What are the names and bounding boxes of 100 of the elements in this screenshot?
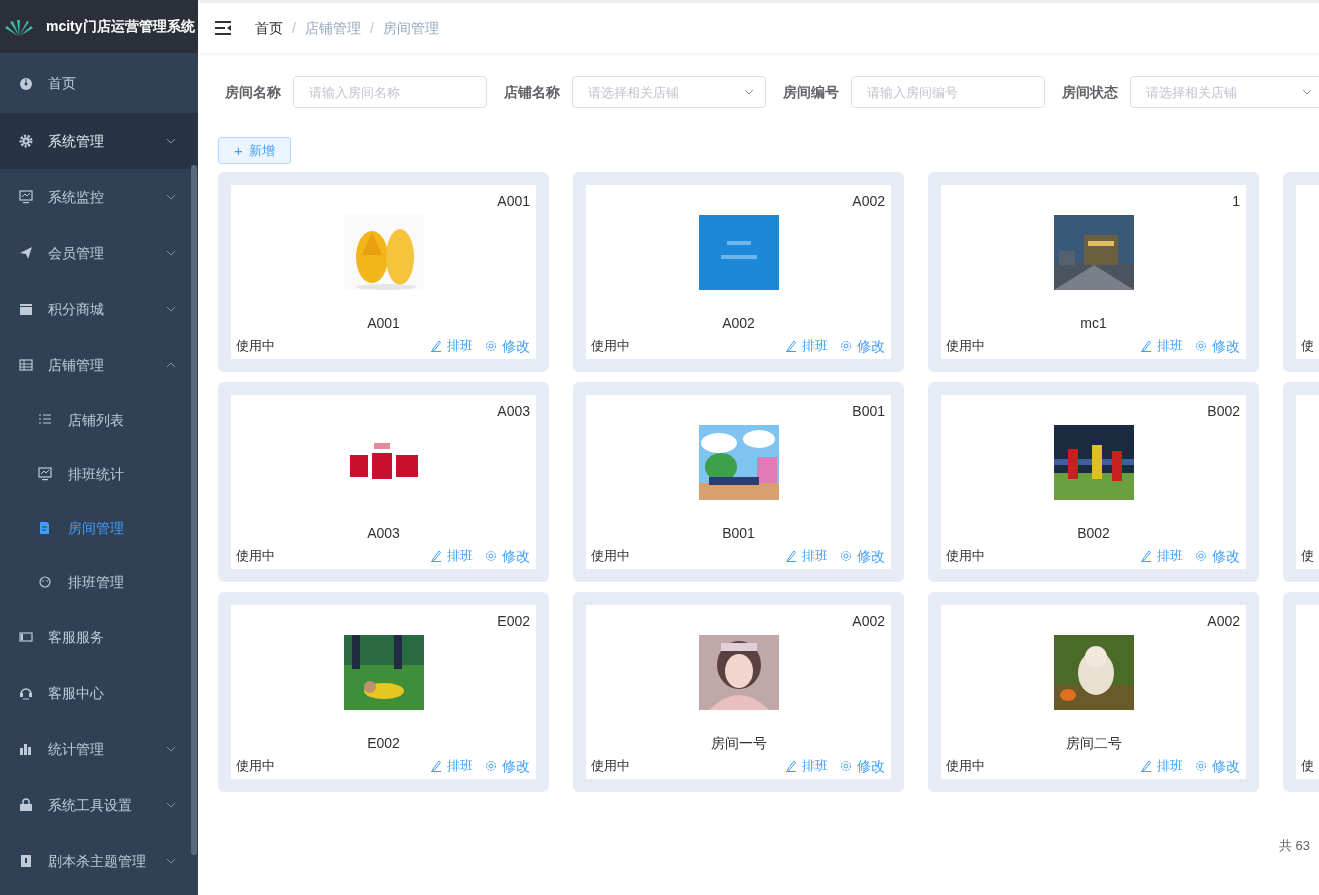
room-name: E002 [367, 734, 400, 753]
breadcrumb-separator: / [292, 18, 296, 38]
room-status: 使用中 [236, 547, 275, 566]
room-status: 使用中 [946, 757, 985, 776]
breadcrumb-item[interactable]: 首页 [255, 17, 283, 39]
pencil-icon [1140, 340, 1152, 352]
room-status: 使用中 [591, 337, 630, 356]
edit-link[interactable]: 修改 [840, 335, 885, 357]
filter-label: 房间名称 [225, 82, 281, 102]
headset-icon [19, 686, 33, 700]
edit-link[interactable]: 修改 [840, 545, 885, 567]
room-code: A003 [497, 401, 530, 421]
add-button[interactable]: + 新增 [218, 137, 291, 164]
menu-item[interactable]: 积分商城 [0, 281, 198, 337]
menu-item[interactable]: 客服中心 [0, 665, 198, 721]
gear-icon [1195, 340, 1207, 352]
menu-item[interactable]: 统计管理 [0, 721, 198, 777]
schedule-link[interactable]: 排班 [430, 546, 473, 566]
room-name: mc1 [1080, 314, 1107, 333]
pencil-icon [430, 340, 442, 352]
menu-item[interactable]: 店铺管理 [0, 337, 198, 393]
room-name: A003 [367, 524, 400, 543]
room-code: A001 [497, 191, 530, 211]
room-status: 使 [1301, 337, 1314, 356]
table-icon [19, 358, 33, 372]
room-status: 使 [1301, 547, 1314, 566]
select-field[interactable]: 请选择相关店铺 [572, 76, 766, 108]
pencil-icon [785, 550, 797, 562]
menu-icon[interactable] [215, 21, 231, 35]
room-code: A002 [852, 191, 885, 211]
monitor-icon [19, 190, 33, 204]
edit-link[interactable]: 修改 [840, 755, 885, 777]
breadcrumb-item: 房间管理 [382, 18, 439, 38]
smile-icon [38, 575, 52, 589]
room-status: 使 [1301, 757, 1314, 776]
schedule-link[interactable]: 排班 [785, 546, 828, 566]
gear-icon [485, 760, 497, 772]
paper-plane-icon [19, 246, 33, 260]
input-field[interactable]: 请输入房间名称 [293, 76, 487, 108]
edit-link[interactable]: 修改 [1195, 755, 1240, 777]
pencil-icon [785, 340, 797, 352]
schedule-link[interactable]: 排班 [785, 336, 828, 356]
menu-item[interactable]: 系统监控 [0, 169, 198, 225]
filter-label: 房间状态 [1062, 82, 1118, 102]
gear-icon [1195, 760, 1207, 772]
monitor-icon [38, 467, 52, 481]
total-count: 共 63 [1278, 837, 1311, 855]
menu-item[interactable]: 系统工具设置 [0, 777, 198, 833]
room-status: 使用中 [946, 547, 985, 566]
gear-icon [1195, 550, 1207, 562]
schedule-link[interactable]: 排班 [1140, 546, 1183, 566]
edit-link[interactable]: 修改 [485, 545, 530, 567]
gear-icon [485, 340, 497, 352]
edit-link[interactable]: 修改 [1195, 335, 1240, 357]
gear-icon [840, 760, 852, 772]
gear-icon [485, 550, 497, 562]
list-icon [38, 413, 52, 427]
input-field[interactable]: 请输入房间编号 [851, 76, 1045, 108]
room-name: A002 [722, 314, 755, 333]
room-code: B001 [852, 401, 885, 421]
room-code: A002 [1207, 611, 1240, 631]
select-field[interactable]: 请选择相关店铺 [1130, 76, 1319, 108]
menu-item[interactable]: 剧本杀主题管理 [0, 833, 198, 889]
room-name: B002 [1077, 524, 1110, 543]
chevron-down-icon [744, 89, 754, 95]
gear-icon [19, 134, 33, 148]
schedule-link[interactable]: 排班 [430, 756, 473, 776]
menu-item[interactable]: 首页 [0, 53, 198, 113]
submenu-item[interactable]: 排班管理 [0, 555, 198, 609]
room-name: B001 [722, 524, 755, 543]
dashboard-icon [19, 76, 33, 90]
room-code: E002 [497, 611, 530, 631]
filter-label: 店铺名称 [504, 82, 560, 102]
schedule-link[interactable]: 排班 [785, 756, 828, 776]
pencil-icon [1140, 760, 1152, 772]
schedule-link[interactable]: 排班 [430, 336, 473, 356]
clapboard-icon [19, 302, 33, 316]
menu-item[interactable]: 会员管理 [0, 225, 198, 281]
pencil-icon [430, 550, 442, 562]
room-status: 使用中 [236, 337, 275, 356]
breadcrumb-separator: / [369, 18, 374, 38]
submenu-item[interactable]: 排班统计 [0, 447, 198, 501]
gear-icon [840, 550, 852, 562]
submenu-item[interactable]: 房间管理 [0, 501, 198, 555]
menu-item[interactable]: 系统管理 [0, 113, 198, 169]
schedule-link[interactable]: 排班 [1140, 756, 1183, 776]
scrollbar-thumb[interactable] [191, 165, 197, 855]
card-icon [19, 630, 33, 644]
edit-link[interactable]: 修改 [1195, 545, 1240, 567]
room-status: 使用中 [946, 337, 985, 356]
room-code: 1 [1232, 191, 1240, 211]
bar-chart-icon [19, 742, 33, 756]
submenu-item[interactable]: 店铺列表 [0, 393, 198, 447]
edit-link[interactable]: 修改 [485, 755, 530, 777]
room-status: 使用中 [236, 757, 275, 776]
schedule-link[interactable]: 排班 [1140, 336, 1183, 356]
edit-link[interactable]: 修改 [485, 335, 530, 357]
room-code: B002 [1207, 401, 1240, 421]
menu-item[interactable]: 客服服务 [0, 609, 198, 665]
breadcrumb-item[interactable]: 店铺管理 [304, 17, 361, 39]
